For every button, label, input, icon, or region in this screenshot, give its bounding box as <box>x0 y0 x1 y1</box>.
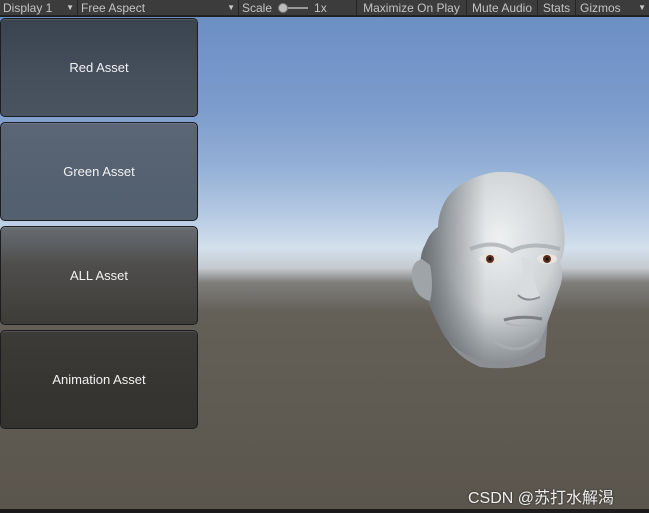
gizmos-label: Gizmos <box>580 0 621 15</box>
gizmos-dropdown[interactable]: Gizmos ▼ <box>576 0 649 15</box>
all-asset-label: ALL Asset <box>69 268 129 283</box>
display-dropdown[interactable]: Display 1 ▼ <box>0 0 78 15</box>
animation-asset-label: Animation Asset <box>52 372 146 387</box>
green-asset-button[interactable]: Green Asset <box>0 122 198 221</box>
scale-slider[interactable] <box>277 2 309 13</box>
mute-audio-label: Mute Audio <box>471 0 533 15</box>
watermark-text: CSDN @苏打水解渴 <box>468 490 615 507</box>
stats-toggle[interactable]: Stats <box>538 0 576 15</box>
animation-asset-button[interactable]: Animation Asset <box>0 330 198 429</box>
stats-label: Stats <box>542 0 571 15</box>
red-asset-label: Red Asset <box>69 60 129 75</box>
bottom-strip <box>0 509 649 513</box>
scale-label: Scale <box>242 0 273 15</box>
aspect-label: Free Aspect <box>81 0 146 15</box>
scale-control: Scale 1x <box>239 0 357 15</box>
dropdown-arrow-icon: ▼ <box>66 3 74 12</box>
maximize-on-play-label: Maximize On Play <box>363 0 460 15</box>
display-label: Display 1 <box>3 0 53 15</box>
red-asset-button[interactable]: Red Asset <box>0 18 198 117</box>
mute-audio-toggle[interactable]: Mute Audio <box>467 0 538 15</box>
game-view-toolbar: Display 1 ▼ Free Aspect ▼ Scale 1x Maxim… <box>0 0 649 16</box>
aspect-dropdown[interactable]: Free Aspect ▼ <box>78 0 239 15</box>
dropdown-arrow-icon: ▼ <box>227 3 235 12</box>
scale-value: 1x <box>314 0 327 15</box>
scale-slider-thumb[interactable] <box>277 2 288 13</box>
all-asset-button[interactable]: ALL Asset <box>0 226 198 325</box>
maximize-on-play-toggle[interactable]: Maximize On Play <box>357 0 467 15</box>
game-view-viewport: Red Asset Green Asset ALL Asset Animatio… <box>0 17 649 509</box>
dropdown-arrow-icon: ▼ <box>638 3 646 12</box>
green-asset-label: Green Asset <box>63 164 135 179</box>
head-model <box>411 171 565 369</box>
